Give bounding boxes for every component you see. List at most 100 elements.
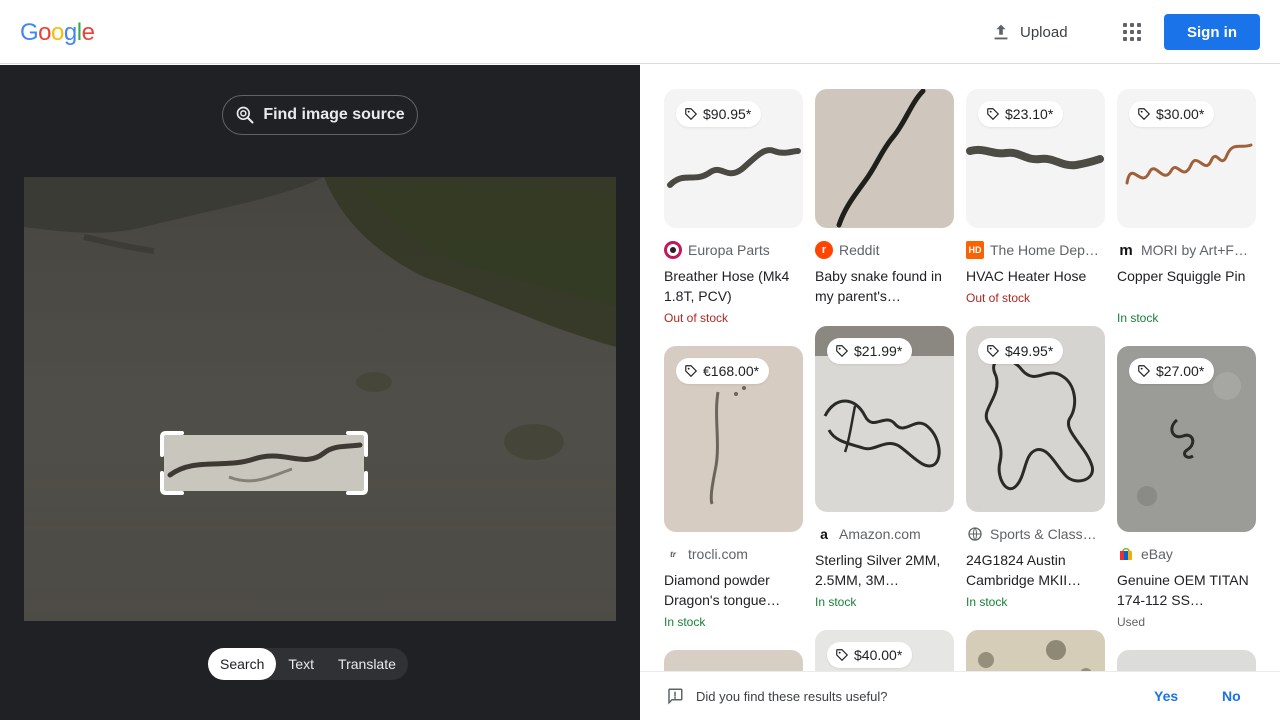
image-search-icon [236,106,254,124]
result-thumbnail[interactable] [966,630,1105,671]
price-badge: $30.00* [1129,101,1215,127]
feedback-yes-button[interactable]: Yes [1154,688,1178,704]
find-image-source-button[interactable]: Find image source [222,95,418,135]
price-text: $90.95* [703,106,752,122]
logo-letter: G [20,19,39,46]
result-thumbnail[interactable]: $49.95* [966,326,1105,512]
logo-letter: e [81,19,95,46]
logo-letter: o [38,19,52,46]
result-thumbnail[interactable]: €168.00* [664,346,803,532]
sign-in-button[interactable]: Sign in [1164,14,1260,50]
logo-letter: o [51,19,64,46]
result-card[interactable]: $23.10* HD The Home Dep… HVAC Heater Hos… [966,89,1105,306]
source-name: eBay [1141,546,1173,562]
stock-status: Used [1117,615,1146,629]
result-title[interactable]: Diamond powder Dragon's tongue… [664,570,803,610]
price-tag-icon [1138,108,1151,121]
price-text: $23.10* [1005,106,1054,122]
price-text: $30.00* [1156,106,1205,122]
mode-switcher: Search Text Translate [208,648,408,680]
source-name: MORI by Art+F… [1141,242,1248,258]
tab-translate[interactable]: Translate [326,648,408,680]
result-source: r Reddit [815,240,954,260]
result-card[interactable] [1117,650,1256,671]
price-text: $40.00* [854,647,903,663]
price-badge: $49.95* [978,338,1064,364]
result-title[interactable]: 24G1824 Austin Cambridge MKII… [966,550,1105,590]
trocli-icon: tr [670,549,676,559]
result-card[interactable]: $30.00* m MORI by Art+F… Copper Squiggle… [1117,89,1256,326]
result-source: eBay [1117,544,1256,564]
result-source: a Amazon.com [815,524,954,544]
result-thumbnail[interactable]: $23.10* [966,89,1105,228]
price-badge: $40.00* [827,642,913,668]
result-thumbnail[interactable]: $27.00* [1117,346,1256,532]
result-title[interactable]: Genuine OEM TITAN 174-112 SS… [1117,570,1256,610]
price-text: $49.95* [1005,343,1054,359]
find-image-source-label: Find image source [263,106,405,123]
result-thumbnail[interactable]: $90.95* [664,89,803,228]
feedback-no-button[interactable]: No [1222,688,1241,704]
apps-grid-icon[interactable] [1116,16,1148,48]
source-name: Reddit [839,242,880,258]
reddit-icon: r [815,241,833,259]
price-badge: $27.00* [1129,358,1215,384]
tab-text[interactable]: Text [276,648,326,680]
feedback-bar: Did you find these results useful? Yes N… [640,671,1280,720]
price-tag-icon [685,365,698,378]
price-text: $27.00* [1156,363,1205,379]
price-badge: €168.00* [676,358,770,384]
query-image-pane: Find image source Search Text Translate [0,65,640,720]
price-tag-icon [836,649,849,662]
price-badge: $90.95* [676,101,762,127]
tab-search[interactable]: Search [208,648,277,680]
result-thumbnail[interactable]: $21.99* [815,326,954,512]
result-title[interactable]: Copper Squiggle Pin [1117,266,1256,306]
result-title[interactable]: HVAC Heater Hose [966,266,1105,286]
result-thumbnail[interactable] [815,89,954,228]
price-badge: $23.10* [978,101,1064,127]
upload-icon [994,24,1008,40]
result-card[interactable]: $21.99* a Amazon.com Sterling Silver 2MM… [815,326,954,610]
result-source: tr trocli.com [664,544,803,564]
upload-label: Upload [1020,23,1068,41]
feedback-question: Did you find these results useful? [696,688,888,704]
result-card[interactable]: €168.00* tr trocli.com Diamond powder Dr… [664,346,803,630]
result-thumbnail[interactable] [1117,650,1256,671]
result-card[interactable] [966,630,1105,671]
feedback-icon [668,688,683,705]
mori-icon: m [1119,241,1133,259]
price-text: €168.00* [703,363,760,379]
source-name: trocli.com [688,546,748,562]
result-thumbnail[interactable] [664,650,803,671]
result-card[interactable]: $27.00* eBay Genuine OEM TITAN 174-112 S… [1117,346,1256,630]
price-tag-icon [1138,365,1151,378]
result-title[interactable]: Baby snake found in my parent's… [815,266,954,306]
source-name: The Home Dep… [990,242,1099,258]
stock-status: Out of stock [966,291,1031,305]
source-name: Sports & Class… [990,526,1097,542]
stock-status: In stock [966,595,1008,609]
price-tag-icon [987,108,1000,121]
results-pane: $90.95* Europa Parts Breather Hose (Mk4 … [640,65,1280,671]
stock-status: Out of stock [664,311,729,325]
result-title[interactable]: Sterling Silver 2MM, 2.5MM, 3M… [815,550,954,590]
europa-parts-icon [664,241,682,259]
result-card[interactable]: r Reddit Baby snake found in my parent's… [815,89,954,306]
result-source: Sports & Class… [966,524,1105,544]
result-thumbnail[interactable]: $30.00* [1117,89,1256,228]
google-logo[interactable]: Google [20,18,95,48]
result-card[interactable]: $40.00* [815,630,954,671]
stock-status: In stock [1117,311,1159,325]
price-badge: $21.99* [827,338,913,364]
amazon-icon: a [820,526,828,542]
query-photo[interactable] [24,177,616,621]
result-card[interactable]: $90.95* Europa Parts Breather Hose (Mk4 … [664,89,803,326]
result-card[interactable] [664,650,803,671]
globe-icon [966,525,984,543]
result-card[interactable]: $49.95* Sports & Class… 24G1824 Austin C… [966,326,1105,610]
price-tag-icon [685,108,698,121]
result-title[interactable]: Breather Hose (Mk4 1.8T, PCV) [664,266,803,306]
result-thumbnail[interactable]: $40.00* [815,630,954,671]
upload-button[interactable]: Upload [990,16,1068,48]
